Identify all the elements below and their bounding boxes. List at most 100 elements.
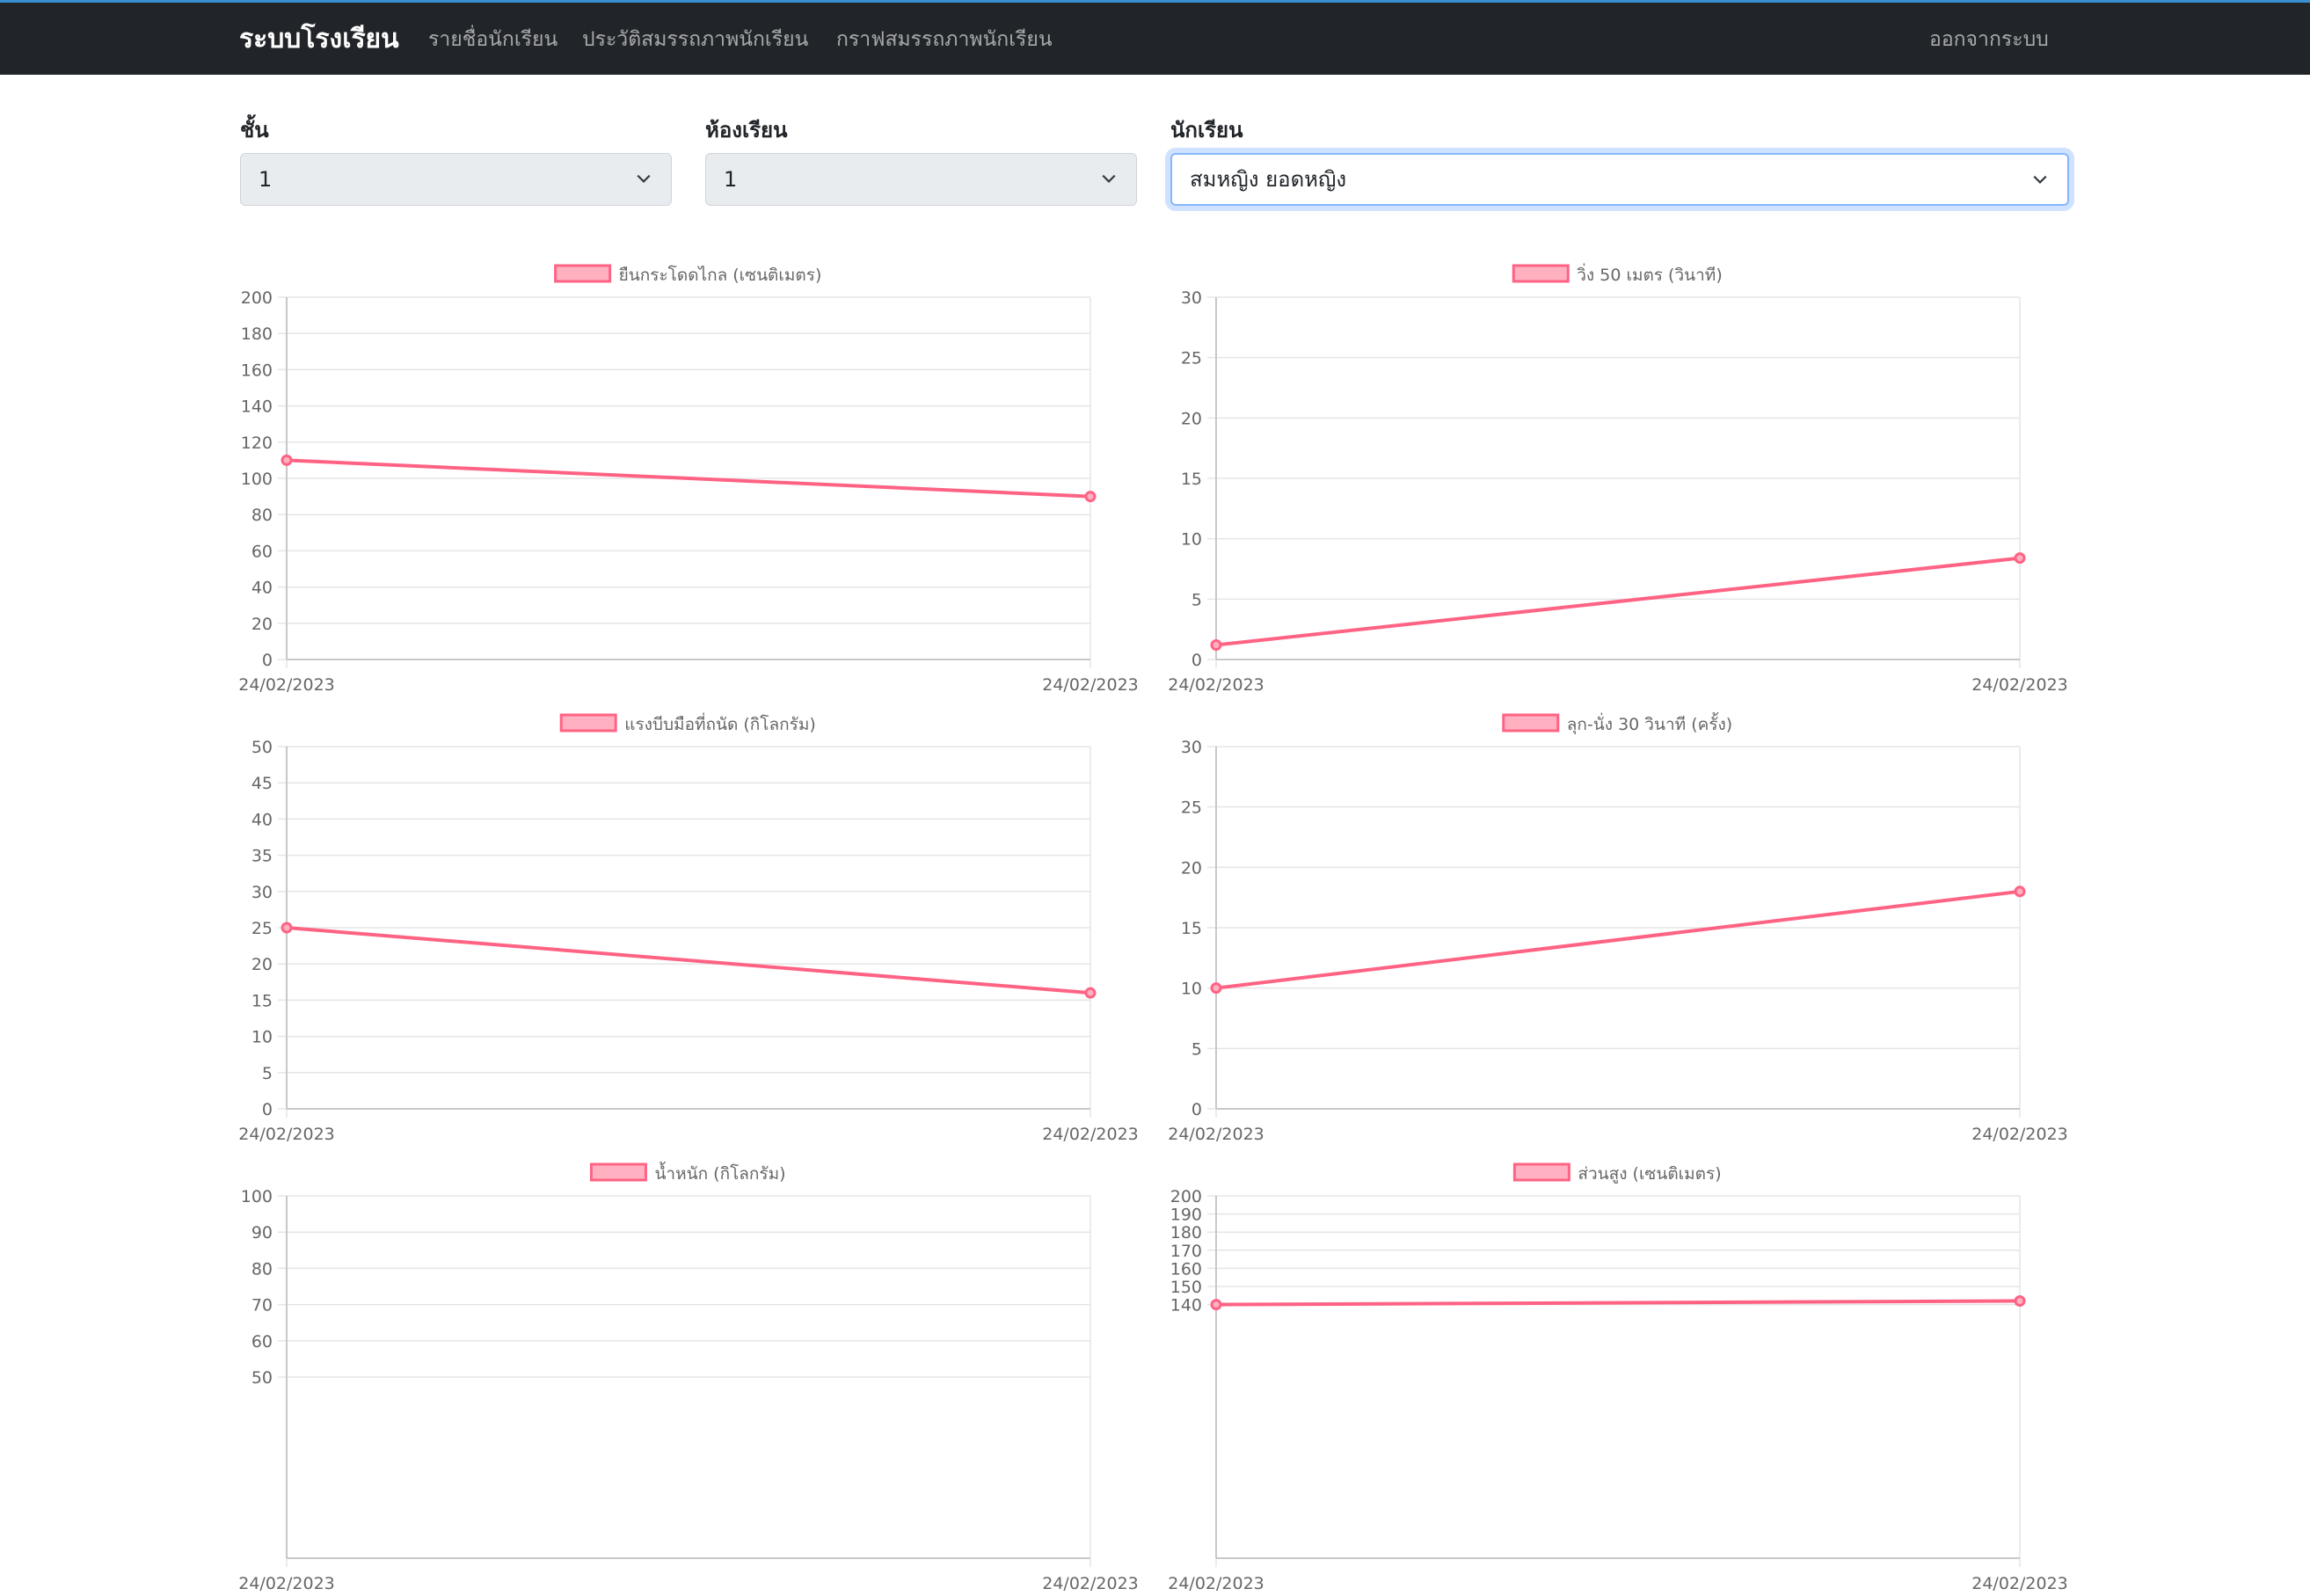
y-tick-label: 30 [1181,738,1202,757]
y-tick-label: 20 [1181,858,1202,878]
y-tick-label: 140 [1170,1296,1202,1315]
grade-select-value: 1 [259,167,273,192]
x-tick-label: 24/02/2023 [1971,1125,2068,1144]
chevron-down-icon [2033,175,2047,184]
logout-link[interactable]: ออกจากระบบ [1929,24,2049,55]
data-point [1084,491,1097,503]
nav-fitness-history[interactable]: ประวัติสมรรถภาพนักเรียน [582,24,808,55]
room-label: ห้องเรียน [705,118,788,142]
y-tick-label: 90 [251,1223,273,1243]
y-tick-label: 0 [262,651,273,670]
y-tick-label: 15 [1181,919,1202,938]
y-tick-label: 0 [1191,651,1202,670]
x-tick-label: 24/02/2023 [1042,1574,1139,1593]
y-tick-label: 120 [241,434,273,453]
series-line [286,926,1091,995]
data-point [281,454,293,466]
legend-label: ยืนกระโดดไกล (เซนติเมตร) [619,265,822,285]
y-tick-label: 100 [241,1187,273,1206]
x-tick-label: 24/02/2023 [238,1125,335,1144]
student-select-value: สมหญิง ยอดหญิง [1190,167,1347,192]
y-tick-label: 5 [262,1064,273,1083]
data-point [281,922,293,934]
student-label: นักเรียน [1170,118,1243,142]
y-tick-label: 60 [251,542,273,561]
y-tick-label: 40 [251,810,273,829]
y-tick-label: 80 [251,1259,273,1279]
y-tick-label: 50 [251,738,273,757]
legend-label: ลุก-นั่ง 30 วินาที (ครั้ง) [1567,712,1732,735]
y-tick-label: 5 [1191,590,1202,609]
x-tick-label: 24/02/2023 [1168,675,1264,695]
y-tick-label: 70 [251,1296,273,1315]
y-tick-label: 25 [251,919,273,938]
x-tick-label: 24/02/2023 [1042,1125,1139,1144]
y-tick-label: 200 [241,288,273,308]
x-tick-label: 24/02/2023 [1971,675,2068,695]
y-tick-label: 150 [1170,1278,1202,1297]
y-tick-label: 30 [1181,288,1202,308]
chart-height: 140150160170180190200 24/02/2023 24/02/202… [1168,1162,2068,1593]
data-point [1210,1299,1222,1311]
legend-label: น้ำหนัก (กิโลกรัม) [654,1162,785,1184]
chart-grip-strength: 0 5 10 15 20 25 30 35 40 45 50 24/02/2023 24/02/2023… [238,712,1139,1144]
y-tick-label: 20 [251,615,273,634]
data-point [1210,982,1222,995]
x-tick-label: 24/02/2023 [1168,1125,1264,1144]
legend-swatch [554,264,612,283]
nav-student-list[interactable]: รายชื่อนักเรียน [428,24,557,55]
y-tick-label: 190 [1170,1206,1202,1225]
grade-select[interactable]: 1 [240,153,672,206]
chevron-down-icon [637,174,651,183]
x-tick-label: 24/02/2023 [238,1574,335,1593]
y-tick-label: 50 [251,1368,273,1388]
chart-long-jump: 0 20 40 60 80 100 120 140 160 180 200 24/02/2023 24/… [238,264,1139,695]
x-tick-label: 24/02/2023 [1168,1574,1264,1593]
y-tick-label: 15 [1181,470,1202,489]
y-tick-label: 180 [1170,1223,1202,1243]
chart-weight: 50 60 70 80 90 100 24/02/2023 24/02/2023 น้ำหนัก… [238,1162,1139,1593]
navbar: ระบบโรงเรียน รายชื่อนักเรียน ประวัติสมรร… [0,0,2310,75]
y-tick-label: 60 [251,1332,273,1352]
y-tick-label: 15 [251,991,273,1010]
chevron-down-icon [1102,174,1116,183]
data-point [2014,552,2026,565]
chart-sit-up: 0 5 10 15 20 25 30 24/02/2023 24/02/2023 ลุก-นั่ง… [1168,712,2068,1144]
y-tick-label: 200 [1170,1187,1202,1206]
student-select[interactable]: สมหญิง ยอดหญิง [1170,153,2069,206]
legend-label: วิ่ง 50 เมตร (วินาที) [1577,263,1723,285]
data-point [2014,1294,2026,1307]
y-tick-label: 25 [1181,798,1202,818]
y-tick-label: 160 [241,361,273,380]
y-tick-label: 140 [241,397,273,417]
y-tick-label: 100 [241,470,273,489]
data-point [2014,885,2026,898]
y-tick-label: 180 [241,324,273,344]
y-tick-label: 170 [1170,1242,1202,1261]
y-tick-label: 80 [251,506,273,525]
y-tick-label: 45 [251,774,273,793]
y-tick-label: 5 [1191,1039,1202,1059]
x-tick-label: 24/02/2023 [1971,1574,2068,1593]
chart-50m-run: 0 5 10 15 20 25 30 24/02/2023 24/02/2023 วิ่ง 50 … [1168,263,2068,695]
y-tick-label: 0 [1191,1100,1202,1119]
series-line [1215,889,2021,990]
brand[interactable]: ระบบโรงเรียน [239,18,399,60]
y-tick-label: 10 [251,1028,273,1047]
legend-swatch [559,713,617,732]
y-tick-label: 0 [262,1100,273,1119]
x-tick-label: 24/02/2023 [1042,675,1139,695]
series-line [1215,556,2021,647]
y-tick-label: 160 [1170,1259,1202,1279]
legend-label: ส่วนสูง (เซนติเมตร) [1578,1164,1721,1184]
y-tick-label: 10 [1181,980,1202,999]
y-tick-label: 20 [1181,409,1202,428]
data-point [1084,987,1097,999]
y-tick-label: 40 [251,579,273,598]
y-tick-label: 10 [1181,530,1202,550]
room-select[interactable]: 1 [705,153,1137,206]
legend-swatch [1512,1162,1570,1182]
data-point [1210,639,1222,652]
room-select-value: 1 [724,167,738,192]
nav-fitness-graph[interactable]: กราฟสมรรถภาพนักเรียน [836,24,1053,55]
